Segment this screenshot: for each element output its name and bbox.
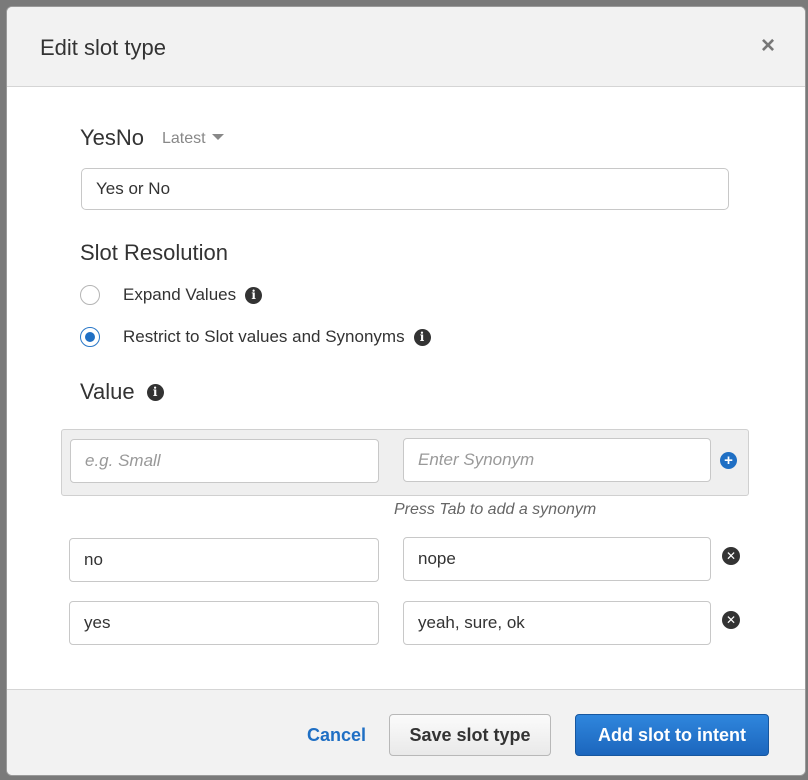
restrict-values-label: Restrict to Slot values and Synonyms bbox=[123, 327, 405, 346]
save-slot-type-button[interactable]: Save slot type bbox=[389, 714, 551, 756]
plus-circle-icon[interactable]: + bbox=[720, 452, 737, 469]
restrict-values-radio[interactable] bbox=[80, 327, 100, 347]
value-input-yes[interactable] bbox=[69, 601, 379, 645]
remove-circle-icon[interactable]: ✕ bbox=[722, 611, 740, 629]
dialog-title: Edit slot type bbox=[40, 35, 166, 60]
edit-slot-type-dialog: Edit slot type × YesNo Latest Slot Resol… bbox=[6, 6, 806, 776]
expand-values-option[interactable]: Expand Values i bbox=[80, 284, 263, 306]
restrict-values-option[interactable]: Restrict to Slot values and Synonyms i bbox=[80, 326, 431, 348]
new-synonym-input[interactable] bbox=[403, 438, 711, 482]
caret-down-icon bbox=[211, 134, 224, 140]
value-input-no[interactable] bbox=[69, 538, 379, 582]
info-icon[interactable]: i bbox=[245, 286, 263, 304]
slot-resolution-title: Slot Resolution bbox=[80, 240, 228, 265]
expand-values-label: Expand Values bbox=[123, 285, 237, 304]
value-title-label: Value bbox=[80, 379, 135, 404]
slot-type-description-input[interactable] bbox=[81, 168, 729, 210]
version-label: Latest bbox=[162, 130, 206, 147]
add-slot-to-intent-button[interactable]: Add slot to intent bbox=[575, 714, 769, 756]
slot-type-name: YesNo bbox=[80, 125, 145, 150]
dialog-header: Edit slot type × bbox=[7, 7, 805, 87]
synonym-input-no[interactable] bbox=[403, 537, 711, 581]
info-icon[interactable]: i bbox=[146, 383, 164, 401]
version-dropdown[interactable]: Latest bbox=[162, 130, 224, 148]
close-icon[interactable]: × bbox=[761, 34, 775, 58]
value-section-title: Value i bbox=[80, 379, 164, 405]
dialog-footer: Cancel Save slot type Add slot to intent bbox=[7, 689, 805, 775]
synonym-hint: Press Tab to add a synonym bbox=[394, 501, 597, 518]
synonym-input-yes[interactable] bbox=[403, 601, 711, 645]
expand-values-radio[interactable] bbox=[80, 285, 100, 305]
cancel-link[interactable]: Cancel bbox=[307, 725, 366, 746]
remove-circle-icon[interactable]: ✕ bbox=[722, 547, 740, 565]
info-icon[interactable]: i bbox=[413, 328, 431, 346]
new-value-input[interactable] bbox=[70, 439, 379, 483]
